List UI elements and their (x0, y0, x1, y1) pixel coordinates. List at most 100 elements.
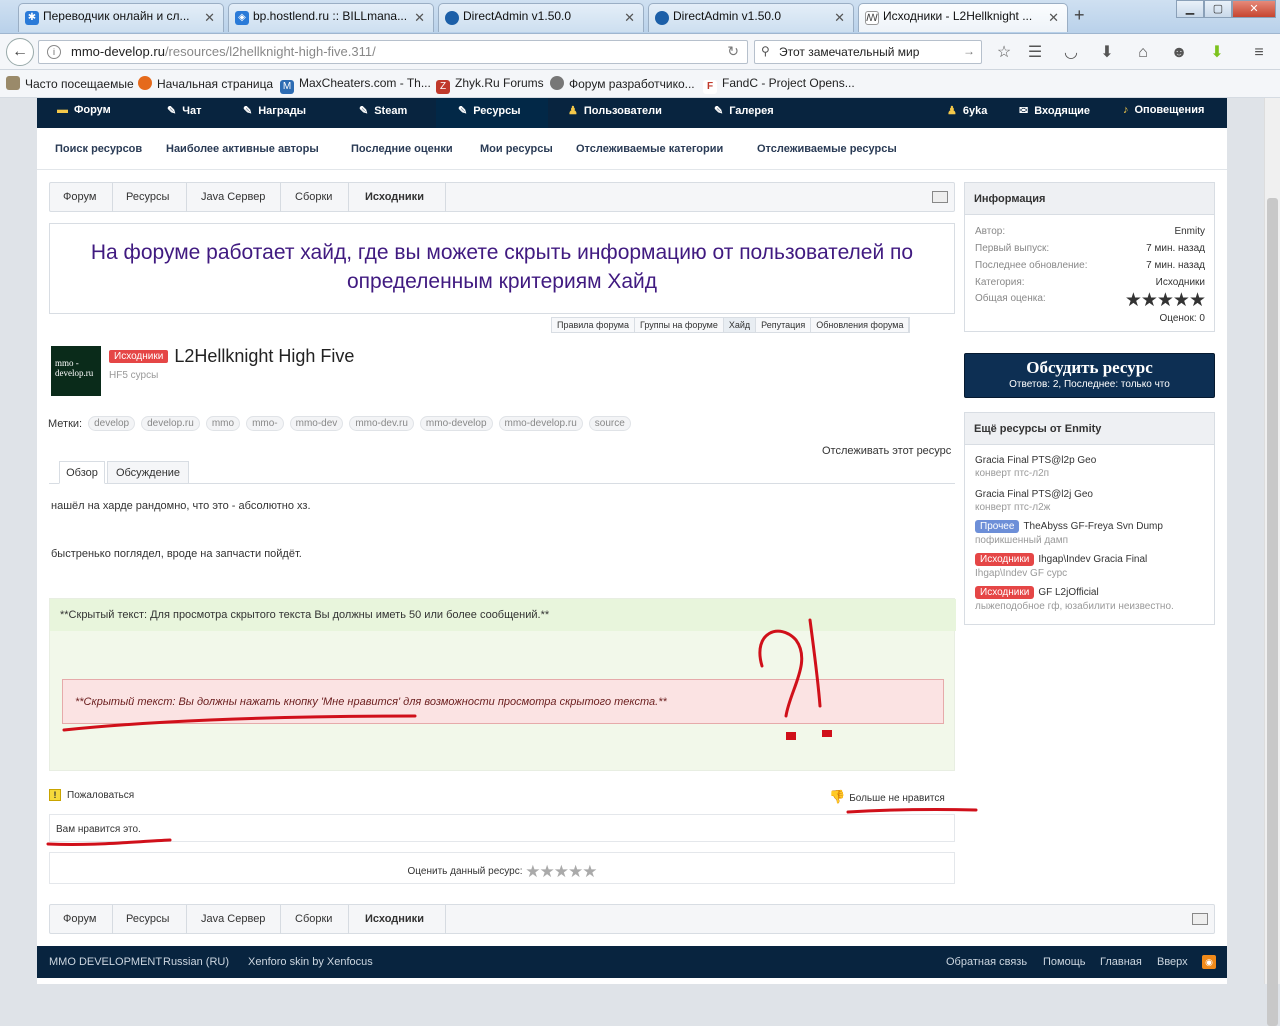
unlike-button[interactable]: 👎 Больше не нравится (829, 789, 945, 805)
sitemap-icon[interactable] (1192, 913, 1208, 925)
tag[interactable]: develop (88, 416, 136, 431)
close-icon[interactable]: ✕ (204, 10, 215, 26)
prefix-badge[interactable]: Исходники (975, 586, 1035, 599)
tag[interactable]: mmo-dev.ru (349, 416, 414, 431)
list-item[interactable]: Gracia Final PTS@l2j Geo конверт птс-л2ж (975, 489, 1093, 513)
bookmark-item[interactable]: Начальная страница (138, 76, 273, 91)
subnav-latest-ratings[interactable]: Последние оценки (351, 143, 453, 155)
page-scrollbar[interactable] (1264, 98, 1280, 1026)
close-icon[interactable]: ✕ (834, 10, 845, 26)
subnav-watched-resources[interactable]: Отслеживаемые ресурсы (757, 143, 897, 155)
pocket-icon[interactable]: ◡ (1058, 40, 1084, 66)
breadcrumb-item[interactable]: Ресурсы (126, 913, 169, 925)
close-window-button[interactable]: ✕ (1232, 0, 1276, 18)
breadcrumb-item[interactable]: Java Сервер (201, 913, 265, 925)
download-icon[interactable]: ⬇ (1094, 40, 1120, 66)
browser-tab-directadmin-1[interactable]: DirectAdmin v1.50.0 ✕ (438, 3, 644, 32)
list-item[interactable]: Gracia Final PTS@l2p Geo конверт птс-л2п (975, 455, 1096, 479)
footer-link[interactable]: Помощь (1043, 956, 1086, 968)
search-input[interactable]: ⚲ Этот замечательный мир → (754, 40, 982, 64)
browser-tab-active[interactable]: ꟿ Исходники - L2Hellknight ... ✕ (858, 3, 1068, 32)
nav-item-gallery[interactable]: ✎ Галерея (714, 98, 774, 128)
tag[interactable]: mmo-develop.ru (498, 416, 583, 431)
nav-inbox[interactable]: ✉ Входящие (1019, 98, 1090, 128)
nav-item-forum[interactable]: ▬ Форум (57, 98, 111, 128)
nav-item-users[interactable]: ♟ Пользователи (568, 98, 662, 128)
subnav-search[interactable]: Поиск ресурсов (55, 143, 142, 155)
breadcrumb-item-current[interactable]: Исходники (365, 913, 424, 925)
new-tab-button[interactable]: + (1074, 5, 1085, 26)
subnav-watched-categories[interactable]: Отслеживаемые категории (576, 143, 723, 155)
notice-link[interactable]: Репутация (756, 318, 812, 332)
back-button[interactable]: ← (6, 38, 34, 66)
bookmark-item[interactable]: Z Zhyk.Ru Forums (436, 76, 544, 94)
rating-stars-input[interactable]: ★★★★★ (525, 862, 597, 881)
discuss-resource-button[interactable]: Обсудить ресурс Ответов: 2, Последнее: т… (964, 353, 1215, 398)
prefix-badge[interactable]: Исходники (109, 350, 169, 363)
bookmark-item[interactable]: Форум разработчико... (550, 76, 695, 91)
report-link[interactable]: ! Пожаловаться (49, 789, 134, 801)
bookmark-item[interactable]: F FandC - Project Opens... (703, 76, 855, 94)
tag[interactable]: develop.ru (141, 416, 200, 431)
breadcrumb-item[interactable]: Сборки (295, 913, 332, 925)
footer-link[interactable]: Вверх (1157, 956, 1188, 968)
bookmark-item[interactable]: Часто посещаемые (6, 76, 134, 91)
sitemap-icon[interactable] (932, 191, 948, 203)
menu-icon[interactable]: ≡ (1246, 40, 1272, 66)
close-icon[interactable]: ✕ (414, 10, 425, 26)
footer-credit[interactable]: Xenforo skin by Xenfocus (248, 956, 373, 968)
notice-link[interactable]: Группы на форуме (635, 318, 724, 332)
subnav-my-resources[interactable]: Мои ресурсы (480, 143, 553, 155)
footer-link[interactable]: MMO DEVELOPMENT (49, 956, 162, 968)
footer-link[interactable]: Главная (1100, 956, 1142, 968)
breadcrumb-item[interactable]: Сборки (295, 191, 332, 203)
info-icon[interactable]: i (47, 45, 61, 59)
watch-resource-link[interactable]: Отслеживать этот ресурс (822, 445, 951, 457)
tag[interactable]: source (588, 416, 631, 431)
breadcrumb-item[interactable]: Форум (63, 191, 96, 203)
tag[interactable]: mmo-dev (289, 416, 344, 431)
close-icon[interactable]: ✕ (624, 10, 635, 26)
reload-icon[interactable]: ↻ (727, 43, 739, 60)
list-item[interactable]: Прочее TheAbyss GF-Freya Svn Dump пофикшен… (975, 520, 1163, 546)
bookmark-star-icon[interactable]: ☆ (991, 40, 1017, 66)
bookmarks-list-icon[interactable]: ☰ (1022, 40, 1048, 66)
breadcrumb-item[interactable]: Java Сервер (201, 191, 265, 203)
notice-link[interactable]: Обновления форума (811, 318, 910, 332)
url-bar[interactable]: i mmo-develop.ru/resources/l2hellknight-… (38, 40, 748, 64)
avatar[interactable]: mmo - develop.ru (51, 346, 101, 396)
nav-item-steam[interactable]: ✎ Steam (359, 98, 407, 128)
prefix-badge[interactable]: Исходники (975, 553, 1035, 566)
subnav-top-authors[interactable]: Наиболее активные авторы (166, 143, 319, 155)
footer-link[interactable]: Обратная связь (946, 956, 1027, 968)
green-download-icon[interactable]: ⬇ (1204, 40, 1230, 66)
tag[interactable]: mmo-develop (419, 416, 493, 431)
breadcrumb-item[interactable]: Форум (63, 913, 96, 925)
close-icon[interactable]: ✕ (1048, 10, 1059, 26)
browser-tab-directadmin-2[interactable]: DirectAdmin v1.50.0 ✕ (648, 3, 854, 32)
nav-item-resources[interactable]: ✎ Ресурсы (436, 98, 548, 128)
bookmark-item[interactable]: M MaxCheaters.com - Th... (280, 76, 431, 94)
nav-item-awards[interactable]: ✎ Награды (243, 98, 306, 128)
list-item[interactable]: Исходники Ihgap\Indev Gracia Final Ihgap\I… (975, 553, 1147, 579)
maximize-button[interactable]: ▢ (1204, 0, 1232, 18)
rss-icon[interactable]: ◉ (1202, 955, 1216, 969)
nav-alerts[interactable]: ♪ Оповещения (1123, 98, 1204, 128)
breadcrumb-item[interactable]: Ресурсы (126, 191, 169, 203)
footer-language[interactable]: Russian (RU) (163, 956, 229, 968)
browser-tab-translator[interactable]: ✱ Переводчик онлайн и сл... ✕ (18, 3, 224, 32)
minimize-button[interactable]: ▁ (1176, 0, 1204, 18)
tab-overview[interactable]: Обзор (59, 461, 105, 484)
search-go-icon[interactable]: → (963, 44, 975, 58)
browser-tab-billmanager[interactable]: ◈ bp.hostlend.ru :: BILLmana... ✕ (228, 3, 434, 32)
prefix-badge[interactable]: Прочее (975, 520, 1020, 533)
home-icon[interactable]: ⌂ (1130, 40, 1156, 66)
notice-link[interactable]: Хайд (723, 318, 757, 332)
breadcrumb-item-current[interactable]: Исходники (365, 191, 424, 203)
tag[interactable]: mmo (205, 416, 241, 431)
scrollbar-thumb[interactable] (1267, 198, 1278, 1026)
tab-discussion[interactable]: Обсуждение (107, 461, 189, 484)
chat-icon[interactable]: ☻ (1166, 40, 1192, 66)
tag[interactable]: mmo- (246, 416, 284, 431)
notice-link[interactable]: Правила форума (552, 318, 635, 332)
